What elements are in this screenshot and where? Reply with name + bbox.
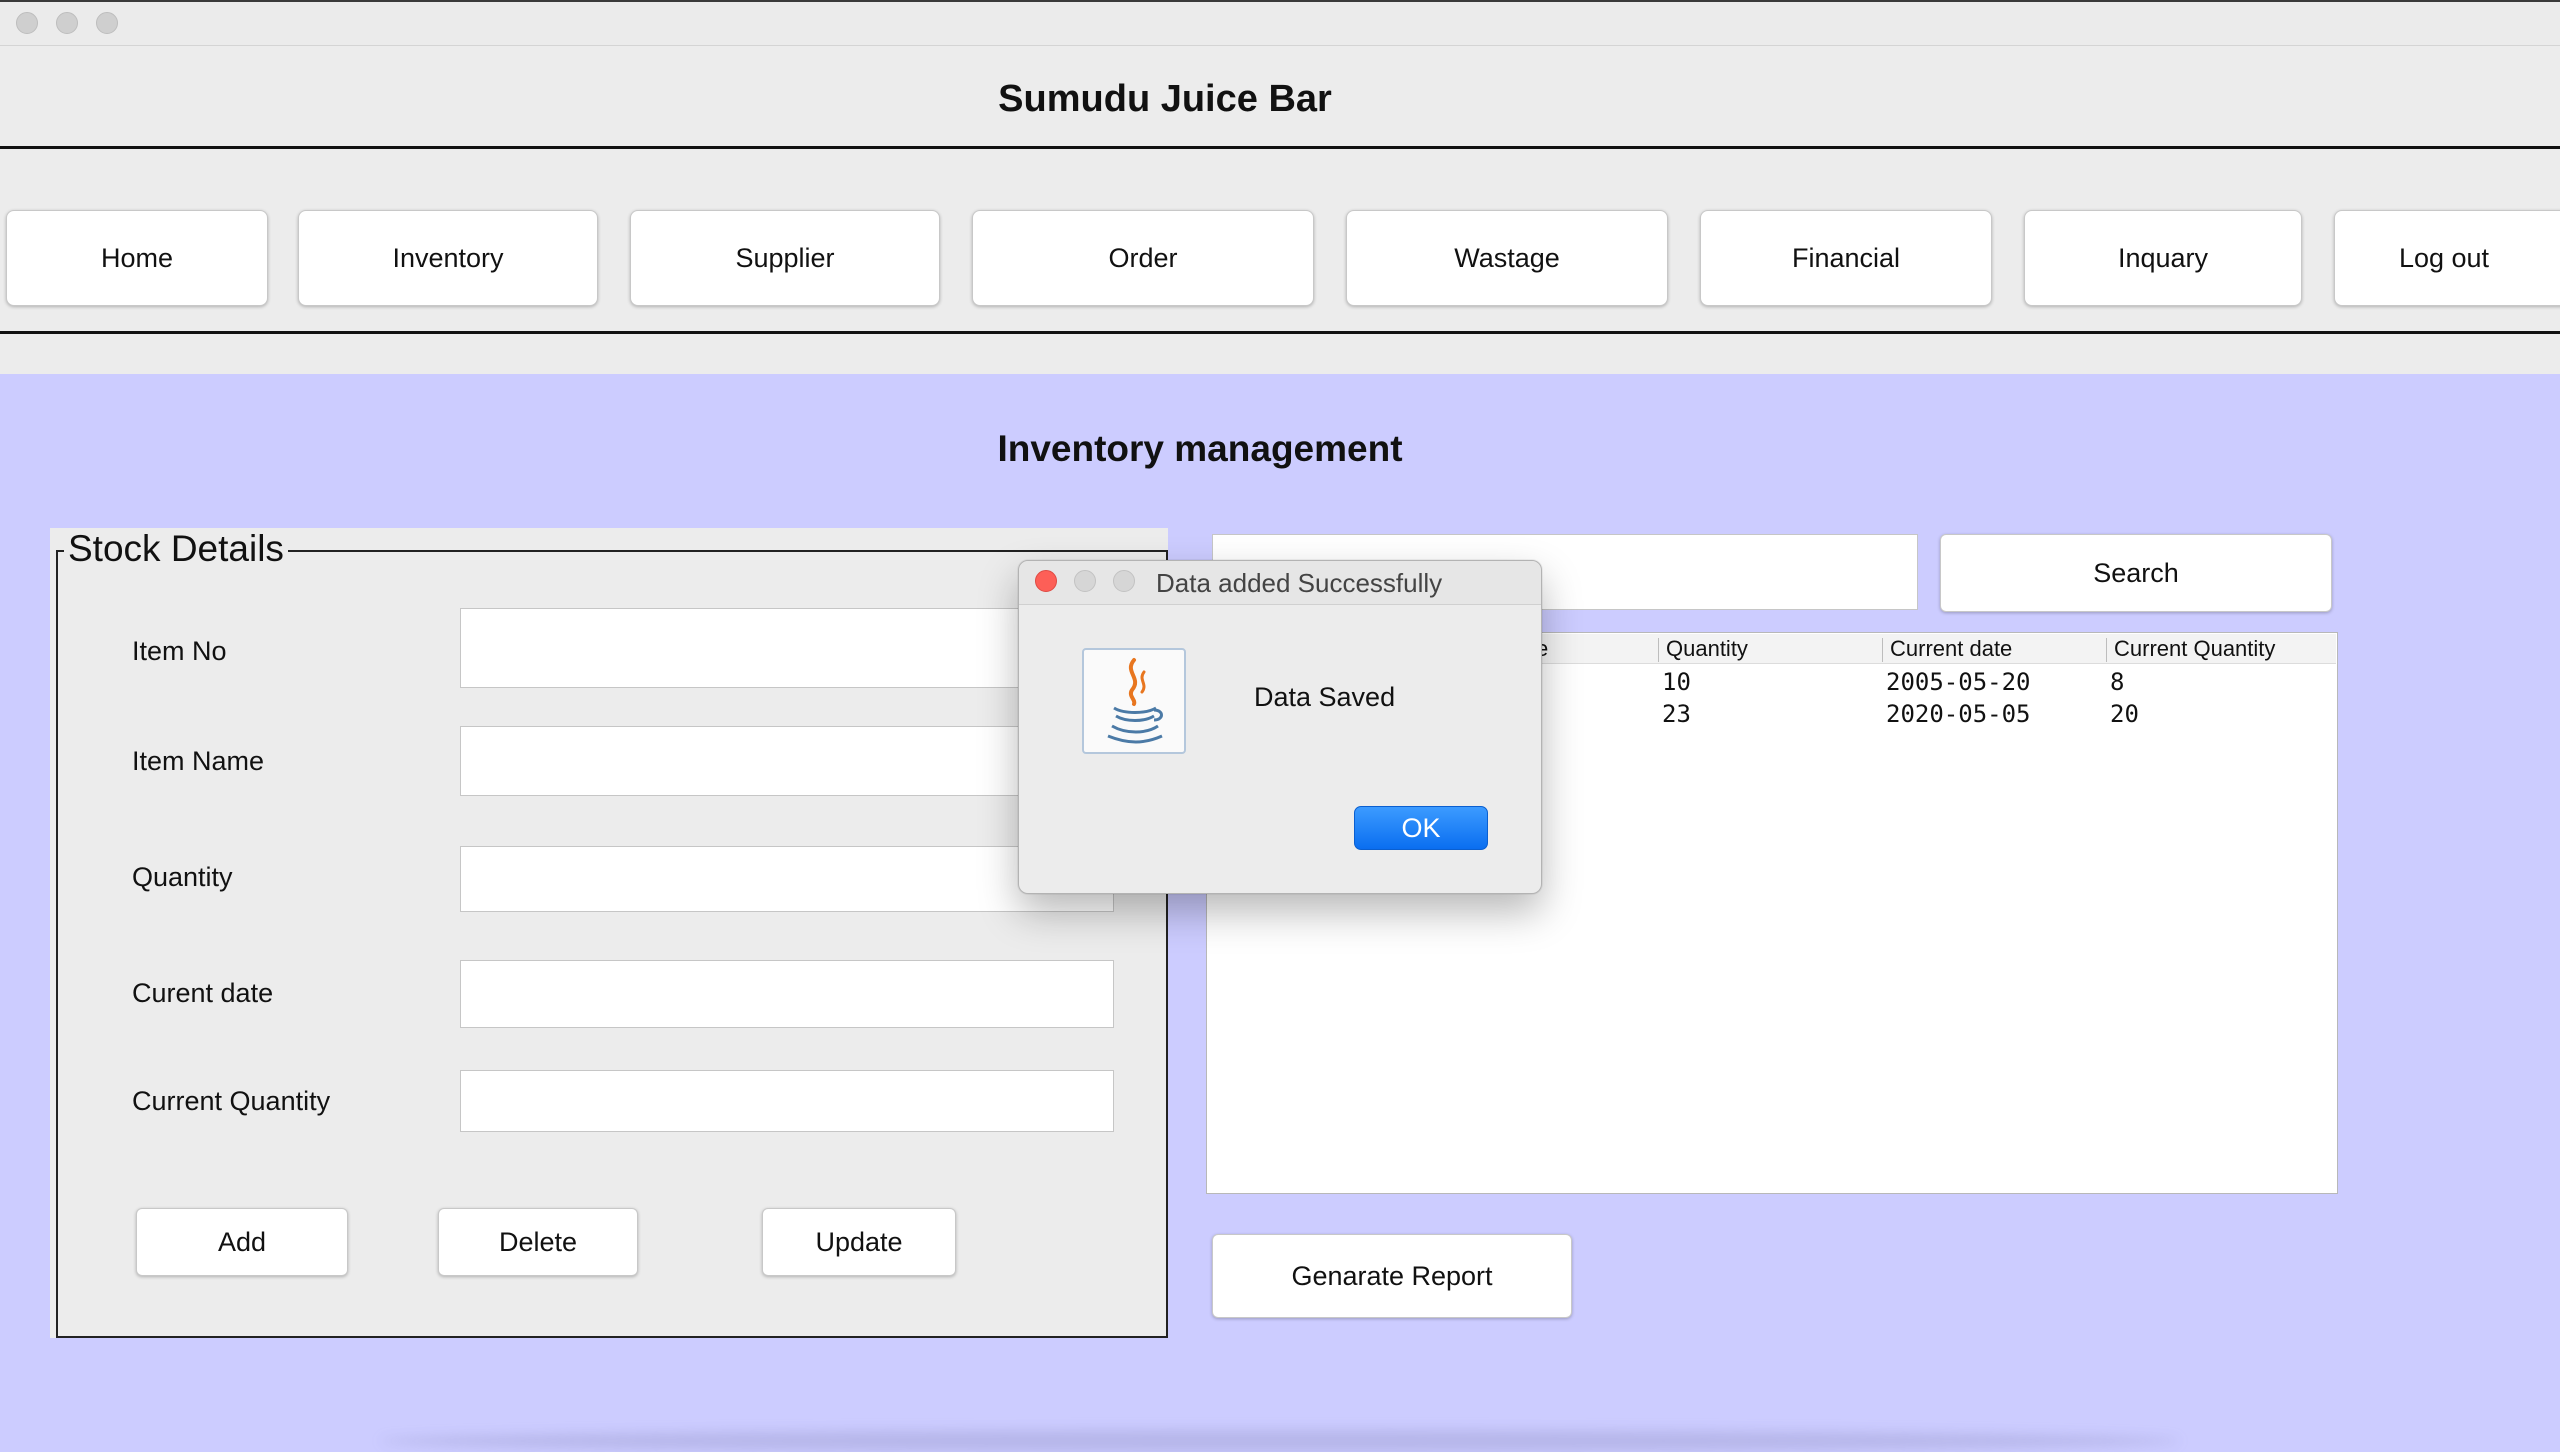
table-header-current-quantity[interactable]: Current Quantity — [2114, 636, 2275, 662]
table-header-separator — [1882, 638, 1883, 662]
table-header-separator — [2106, 638, 2107, 662]
dialog-zoom-button — [1113, 570, 1135, 592]
nav-supplier-button[interactable]: Supplier — [630, 210, 940, 306]
nav-inquary-button[interactable]: Inquary — [2024, 210, 2302, 306]
nav-home-button[interactable]: Home — [6, 210, 268, 306]
nav-order-button[interactable]: Order — [972, 210, 1314, 306]
table-header-quantity[interactable]: Quantity — [1666, 636, 1748, 662]
curent-date-label: Curent date — [132, 978, 274, 1008]
nav-inventory-button[interactable]: Inventory — [298, 210, 598, 306]
nav-financial-button[interactable]: Financial — [1700, 210, 1992, 306]
generate-report-button[interactable]: Genarate Report — [1212, 1234, 1572, 1318]
java-icon — [1082, 648, 1186, 754]
current-quantity-label: Current Quantity — [132, 1086, 331, 1116]
app-title: Sumudu Juice Bar — [998, 78, 1332, 120]
table-cell-current-quantity[interactable]: 20 — [2110, 700, 2139, 728]
window-minimize-button[interactable] — [56, 12, 78, 34]
search-button[interactable]: Search — [1940, 534, 2332, 612]
current-quantity-input[interactable] — [460, 1070, 1114, 1132]
table-header-current-date[interactable]: Current date — [1890, 636, 2012, 662]
window-bottom-shadow — [380, 1430, 2180, 1452]
item-name-label: Item Name — [132, 746, 265, 776]
quantity-input[interactable] — [460, 846, 1114, 912]
table-header-separator — [1658, 638, 1659, 662]
dialog-minimize-button — [1074, 570, 1096, 592]
window-titlebar — [0, 0, 2560, 46]
table-cell-current-quantity[interactable]: 8 — [2110, 668, 2124, 696]
delete-button[interactable]: Delete — [438, 1208, 638, 1276]
table-cell-current-date[interactable]: 2020-05-05 — [1886, 700, 2031, 728]
stock-details-legend: Stock Details — [64, 528, 288, 570]
table-cell-quantity[interactable]: 10 — [1662, 668, 1691, 696]
nav-logout-button[interactable]: Log out — [2334, 210, 2560, 306]
dialog-message: Data Saved — [1254, 682, 1396, 712]
add-button[interactable]: Add — [136, 1208, 348, 1276]
item-no-label: Item No — [132, 636, 227, 666]
item-no-input[interactable] — [460, 608, 1114, 688]
dialog-close-button[interactable] — [1035, 570, 1057, 592]
window-zoom-button[interactable] — [96, 12, 118, 34]
table-cell-current-date[interactable]: 2005-05-20 — [1886, 668, 2031, 696]
window-close-button[interactable] — [16, 12, 38, 34]
update-button[interactable]: Update — [762, 1208, 956, 1276]
curent-date-input[interactable] — [460, 960, 1114, 1028]
table-cell-quantity[interactable]: 23 — [1662, 700, 1691, 728]
quantity-label: Quantity — [132, 862, 233, 892]
page-heading: Inventory management — [997, 428, 1403, 469]
ok-button[interactable]: OK — [1354, 806, 1488, 850]
dialog-title: Data added Successfully — [1156, 568, 1443, 598]
item-name-input[interactable] — [460, 726, 1114, 796]
nav-wastage-button[interactable]: Wastage — [1346, 210, 1668, 306]
